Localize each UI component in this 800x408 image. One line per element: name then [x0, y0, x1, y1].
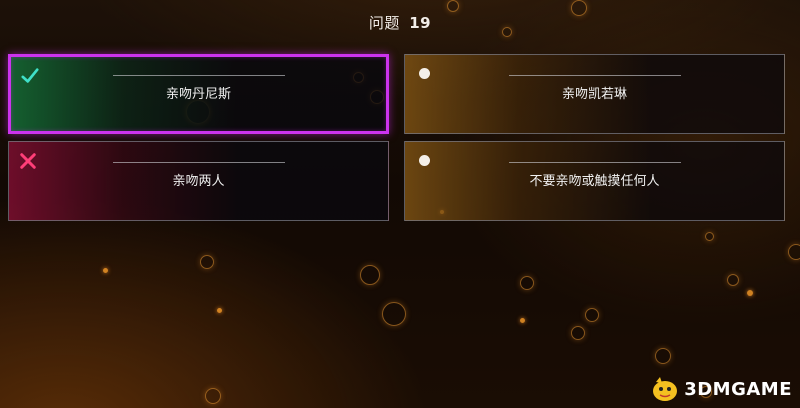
watermark-logo: 3DMGAME [650, 376, 792, 402]
answer-label: 亲吻凯若琳 [561, 87, 627, 102]
answer-option-4[interactable]: 不要亲吻或触摸任何人 [404, 141, 785, 221]
option-divider [509, 75, 681, 76]
answer-option-1[interactable]: 亲吻丹尼斯 [8, 54, 389, 134]
question-prefix: 问题 [368, 14, 400, 32]
answer-option-3[interactable]: 亲吻两人 [8, 141, 389, 221]
question-title: 问题 19 [0, 12, 800, 33]
question-number: 19 [409, 14, 432, 32]
cross-icon [20, 153, 36, 169]
answer-label: 不要亲吻或触摸任何人 [529, 174, 660, 189]
radio-dot-icon [419, 68, 430, 79]
answer-label: 亲吻丹尼斯 [165, 87, 231, 102]
option-divider [509, 162, 681, 163]
answer-label: 亲吻两人 [172, 174, 225, 189]
mascot-icon [653, 377, 678, 401]
answer-option-2[interactable]: 亲吻凯若琳 [404, 54, 785, 134]
option-divider [113, 162, 285, 163]
radio-dot-icon [419, 155, 430, 166]
option-divider [113, 75, 285, 76]
watermark-text: 3DMGAME [684, 378, 792, 400]
